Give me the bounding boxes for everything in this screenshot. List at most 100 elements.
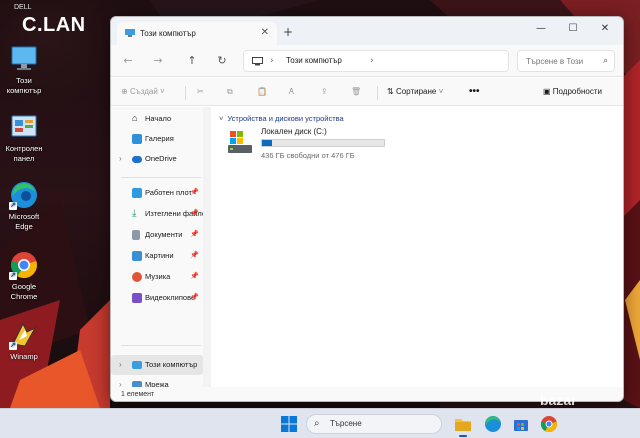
store-icon[interactable]: [512, 415, 530, 433]
refresh-icon[interactable]: ↻: [215, 54, 229, 68]
desktop-icon-chrome[interactable]: ↗ Google Chrome: [4, 250, 44, 301]
sidebar-item-pictures[interactable]: Картини 📌: [111, 246, 203, 266]
monitor-icon: [252, 57, 263, 66]
new-tab-button[interactable]: +: [283, 25, 293, 39]
edge-icon[interactable]: [484, 415, 502, 433]
gallery-icon: [132, 134, 142, 144]
rename-icon[interactable]: Ꭺ: [289, 84, 294, 100]
sidebar-item-label: Документи: [145, 230, 183, 239]
sidebar-item-documents[interactable]: Документи 📌: [111, 225, 203, 245]
desktop-icon-winamp[interactable]: ↗ Winamp: [4, 320, 44, 362]
pictures-icon: [132, 251, 142, 261]
paste-icon[interactable]: 📋: [257, 84, 267, 100]
minimize-button[interactable]: —: [527, 20, 555, 38]
sort-label: Сортиране: [395, 87, 437, 96]
delete-icon[interactable]: 🗑: [351, 84, 361, 100]
sort-button[interactable]: ⇅ Сортиране ˅: [387, 84, 443, 100]
tab-this-pc[interactable]: Този компютър ✕: [117, 22, 277, 45]
clan-logo: C.LAN: [22, 14, 86, 36]
create-button[interactable]: ⊕ Създай ˅: [121, 84, 165, 100]
chevron-right-icon[interactable]: ›: [370, 56, 374, 66]
control-panel-icon: [9, 112, 39, 142]
sidebar-divider: [121, 345, 201, 346]
desktop-icon-edge[interactable]: ↗ Microsoft Edge: [4, 180, 44, 231]
shortcut-arrow-icon: ↗: [9, 202, 17, 210]
pin-icon[interactable]: 📌: [190, 183, 199, 203]
sidebar-item-label: Музика: [145, 272, 171, 281]
pin-icon[interactable]: 📌: [190, 225, 199, 245]
music-icon: [132, 272, 142, 282]
sidebar-item-label: Видеоклипове: [145, 293, 196, 302]
pin-icon[interactable]: 📌: [190, 288, 199, 308]
sidebar-item-videos[interactable]: Видеоклипове 📌: [111, 288, 203, 308]
desktop-icon-label: Microsoft Edge: [8, 212, 40, 231]
navigation-pane: ⌂ Начало Галерия › OneDrive Работен плот…: [111, 107, 203, 389]
sidebar-item-this-pc[interactable]: › Този компютър: [111, 355, 203, 375]
cut-icon[interactable]: ✂: [197, 84, 204, 100]
taskbar: ⌕ Търсене: [0, 408, 640, 438]
search-icon[interactable]: ⌕: [603, 56, 608, 66]
drive-usage-fill: [262, 140, 273, 146]
sidebar-item-onedrive[interactable]: › OneDrive: [111, 149, 203, 169]
address-field[interactable]: › Този компютър ›: [243, 50, 509, 72]
copy-icon[interactable]: ⧉: [227, 84, 233, 100]
search-input[interactable]: [518, 51, 602, 71]
share-icon[interactable]: ⇪: [321, 84, 328, 100]
chevron-right-icon[interactable]: ›: [119, 355, 122, 375]
pin-icon[interactable]: 📌: [190, 267, 199, 287]
sidebar-item-gallery[interactable]: Галерия: [111, 129, 203, 149]
sidebar-item-downloads[interactable]: ⤓ Изтеглени файлове 📌: [111, 204, 203, 224]
toolbar-divider: [377, 86, 378, 100]
group-header[interactable]: ˅ Устройства и дискови устройства: [219, 114, 344, 123]
onedrive-icon: [132, 156, 142, 163]
back-arrow-icon[interactable]: ←: [121, 54, 135, 68]
start-icon[interactable]: [280, 415, 298, 433]
home-icon: ⌂: [132, 113, 138, 123]
desktop-icon-control-panel[interactable]: Контролен панел: [4, 112, 44, 163]
sidebar-item-desktop[interactable]: Работен плот 📌: [111, 183, 203, 203]
create-label: Създай: [129, 87, 158, 96]
sidebar-item-label: Работен плот: [145, 188, 192, 197]
sidebar-item-label: Този компютър: [145, 360, 198, 369]
sidebar-item-label: Картини: [145, 251, 174, 260]
pin-icon[interactable]: 📌: [190, 246, 199, 266]
pane-splitter[interactable]: [203, 107, 211, 387]
sidebar-item-label: Галерия: [145, 134, 174, 143]
more-options-button[interactable]: •••: [469, 84, 480, 100]
details-pane-button[interactable]: ▣ Подробности: [543, 84, 602, 100]
chevron-right-icon[interactable]: ›: [119, 149, 122, 169]
desktop-icon-this-pc[interactable]: Този компютър: [4, 44, 44, 95]
this-pc-icon: [132, 361, 142, 369]
this-pc-icon: [125, 29, 135, 37]
chrome-icon[interactable]: [540, 415, 558, 433]
file-explorer-icon[interactable]: [454, 415, 472, 433]
chrome-icon: ↗: [9, 250, 39, 280]
chevron-down-icon: ˅: [157, 87, 165, 96]
watermark: bazar: [540, 392, 577, 408]
pin-icon[interactable]: 📌: [190, 204, 199, 224]
chevron-down-icon: ˅: [436, 87, 444, 96]
details-label: Подробности: [552, 87, 602, 96]
edge-icon: ↗: [9, 180, 39, 210]
close-tab-icon[interactable]: ✕: [261, 27, 269, 38]
drive-usage-bar: [261, 139, 385, 147]
active-app-indicator: [459, 435, 467, 437]
shortcut-arrow-icon: ↗: [9, 272, 17, 280]
breadcrumb-this-pc[interactable]: Този компютър: [286, 56, 342, 65]
documents-icon: [132, 230, 140, 240]
up-arrow-icon[interactable]: ↑: [185, 54, 199, 68]
sidebar-item-music[interactable]: Музика 📌: [111, 267, 203, 287]
forward-arrow-icon[interactable]: →: [151, 54, 165, 68]
chevron-right-icon[interactable]: ›: [270, 56, 274, 66]
title-bar: Този компютър ✕ + — ☐ ✕: [111, 17, 623, 45]
drive-tile-c[interactable]: Локален диск (C:) 436 ГБ свободни от 476…: [227, 125, 387, 165]
brand-label: DELL: [14, 4, 32, 11]
taskbar-search[interactable]: ⌕ Търсене: [306, 414, 442, 434]
desktop-icon-label: Контролен панел: [5, 144, 43, 163]
tab-title: Този компютър: [140, 29, 196, 38]
sidebar-item-home[interactable]: ⌂ Начало: [111, 109, 203, 129]
sort-icon: ⇅: [387, 87, 396, 96]
maximize-button[interactable]: ☐: [559, 20, 587, 38]
close-window-button[interactable]: ✕: [591, 20, 619, 38]
desktop-icon-label: Google Chrome: [10, 282, 38, 301]
